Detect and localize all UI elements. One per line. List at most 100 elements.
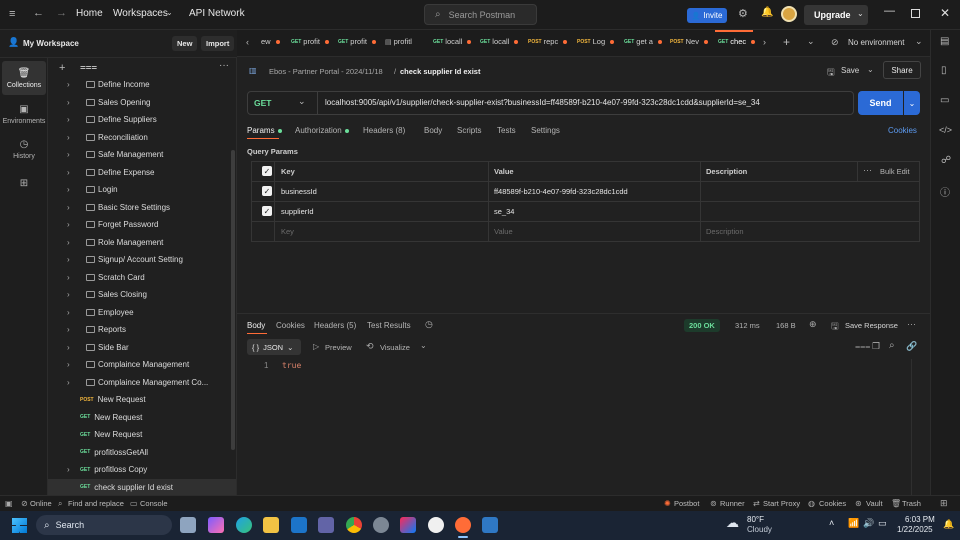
workspace-name[interactable]: My Workspace	[23, 39, 79, 48]
chevron-right-icon[interactable]: ›	[67, 273, 70, 282]
tabs-scroll-left-icon[interactable]: ‹	[246, 37, 249, 47]
sidebar-folder[interactable]: › Scratch Card	[48, 269, 236, 286]
preview-button[interactable]: Preview	[325, 343, 352, 352]
visualize-button[interactable]: Visualize	[380, 343, 410, 352]
response-tab-test-results[interactable]: Test Results	[367, 321, 411, 330]
select-all-checkbox[interactable]: ✓	[262, 166, 272, 176]
sidebar-folder[interactable]: › Side Bar	[48, 339, 236, 356]
close-icon[interactable]: ✕	[940, 6, 950, 20]
wifi-icon[interactable]: 📶	[848, 518, 859, 529]
status-trash[interactable]: Trash	[902, 499, 921, 508]
sidebar-folder[interactable]: › Forget Password	[48, 216, 236, 233]
battery-icon[interactable]: ▭	[878, 518, 887, 529]
sidebar-folder[interactable]: › Signup/ Account Setting	[48, 251, 236, 268]
link-icon[interactable]: 🔗	[906, 341, 917, 352]
rail-configure[interactable]: ⊞	[2, 166, 46, 200]
related-icon[interactable]: ☍	[941, 155, 951, 166]
sidebar-folder[interactable]: › Define Suppliers	[48, 111, 236, 128]
tab-tests[interactable]: Tests	[497, 126, 516, 135]
comments-icon[interactable]: ▭	[940, 95, 949, 106]
chevron-right-icon[interactable]: ›	[67, 255, 70, 264]
power-icon[interactable]	[428, 517, 444, 533]
sidebar-request[interactable]: GET New Request	[48, 426, 236, 443]
sidebar-folder[interactable]: › Define Expense	[48, 164, 236, 181]
sidebar-request[interactable]: GET profitlossGetAll	[48, 444, 236, 461]
request-tab[interactable]: GET profit	[291, 37, 329, 46]
request-tab[interactable]: GET locall	[480, 37, 519, 46]
request-tab[interactable]: POST Log	[577, 37, 615, 46]
avatar[interactable]	[781, 6, 797, 22]
search-input[interactable]: ⌕ Search Postman	[424, 4, 537, 25]
outlook-icon[interactable]	[291, 517, 307, 533]
sidebar-folder[interactable]: › Complaince Management Co...	[48, 374, 236, 391]
import-button[interactable]: Import	[201, 36, 235, 51]
chevron-right-icon[interactable]: ›	[67, 80, 70, 89]
globe-icon[interactable]: ⊕	[809, 319, 817, 330]
task-view-icon[interactable]	[180, 517, 196, 533]
chevron-right-icon[interactable]: ›	[67, 115, 70, 124]
status-vault[interactable]: Vault	[866, 499, 883, 508]
remote-desktop-icon[interactable]	[482, 517, 498, 533]
tabs-dropdown-icon[interactable]: ⌄	[807, 36, 815, 47]
environment-quick-look-icon[interactable]: ▤	[940, 36, 949, 47]
sidebar-folder[interactable]: › Reports	[48, 321, 236, 338]
edge-icon[interactable]	[236, 517, 252, 533]
weather-temp[interactable]: 80°F	[747, 515, 764, 524]
layout-icon[interactable]: ▣	[5, 499, 13, 508]
chevron-right-icon[interactable]: ›	[67, 98, 70, 107]
tab-params[interactable]: Params	[247, 126, 282, 135]
sidebar-request[interactable]: › GET profitloss Copy	[48, 461, 236, 478]
wrap-lines-icon[interactable]: ⩶	[855, 341, 870, 352]
bulk-edit-button[interactable]: Bulk Edit	[880, 167, 910, 176]
request-tab[interactable]: POST repc	[528, 37, 568, 46]
new-param-description-input[interactable]: Description	[706, 227, 744, 236]
sidebar-request[interactable]: POST New Request	[48, 391, 236, 408]
status-start-proxy[interactable]: Start Proxy	[763, 499, 800, 508]
volume-icon[interactable]: 🔊	[863, 518, 874, 529]
request-tab[interactable]: GET chec	[718, 37, 756, 46]
documentation-icon[interactable]: ▯	[941, 65, 947, 76]
param-value-supplierid[interactable]: se_34	[494, 207, 514, 216]
sidebar-folder[interactable]: › Role Management	[48, 234, 236, 251]
param-key-businessid[interactable]: businessId	[281, 187, 317, 196]
chevron-right-icon[interactable]: ›	[67, 325, 70, 334]
request-tab[interactable]: ew	[261, 37, 280, 46]
visualize-chevron-icon[interactable]: ⌄	[420, 341, 427, 350]
param-checkbox-businessid[interactable]: ✓	[262, 186, 272, 196]
restore-icon[interactable]	[911, 9, 920, 18]
send-options-button[interactable]: ⌄	[904, 91, 920, 115]
environment-select[interactable]: No environment	[848, 38, 904, 47]
response-body-text[interactable]: true	[282, 361, 301, 370]
menu-icon[interactable]: ≡	[9, 8, 15, 20]
new-button[interactable]: New	[172, 36, 198, 51]
request-tab[interactable]: GET profit	[338, 37, 376, 46]
add-collection-icon[interactable]: +	[59, 62, 65, 74]
file-explorer-icon[interactable]	[263, 517, 279, 533]
chevron-right-icon[interactable]: ›	[67, 203, 70, 212]
save-chevron-icon[interactable]: ⌄	[867, 65, 874, 74]
filter-icon[interactable]: ⩶	[80, 62, 97, 73]
method-chevron-icon[interactable]: ⌄	[298, 96, 306, 107]
response-tab-cookies[interactable]: Cookies	[276, 321, 305, 330]
teams-icon[interactable]	[318, 517, 334, 533]
copilot-icon[interactable]	[208, 517, 224, 533]
chrome-icon[interactable]	[346, 517, 362, 533]
response-scrollbar[interactable]	[911, 359, 912, 495]
request-tab[interactable]: GET get a	[624, 37, 662, 46]
share-button[interactable]: Share	[883, 61, 921, 79]
chevron-right-icon[interactable]: ›	[67, 290, 70, 299]
chevron-right-icon[interactable]: ›	[67, 150, 70, 159]
status-runner[interactable]: Runner	[720, 499, 745, 508]
request-tab[interactable]: POST Nev	[670, 37, 708, 46]
status-online[interactable]: Online	[30, 499, 52, 508]
chevron-right-icon[interactable]: ›	[67, 360, 70, 369]
taskbar-search[interactable]: ⌕ Search	[36, 515, 172, 535]
response-tab-headers[interactable]: Headers (5)	[314, 321, 356, 330]
request-tab[interactable]: ▤ profitl	[385, 37, 412, 46]
tab-scripts[interactable]: Scripts	[457, 126, 481, 135]
param-key-supplierid[interactable]: supplierId	[281, 207, 314, 216]
forward-arrow-icon[interactable]: →	[56, 7, 67, 19]
params-more-icon[interactable]: ···	[863, 165, 872, 175]
nav-api-network[interactable]: API Network	[189, 8, 245, 19]
code-icon[interactable]: </>	[939, 125, 952, 135]
